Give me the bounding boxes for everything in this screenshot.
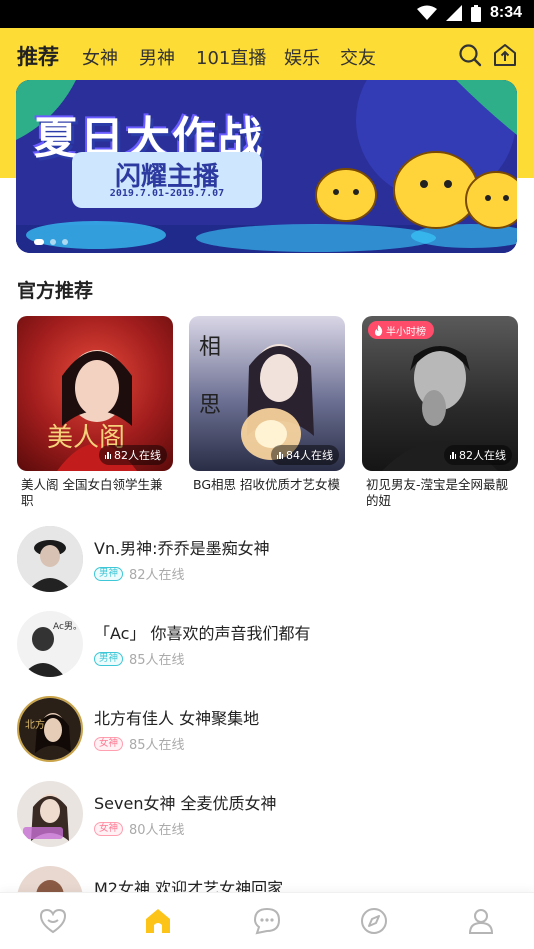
room-meta: 男神 85人在线 xyxy=(94,649,185,668)
room-title: Seven女神 全麦优质女神 xyxy=(94,794,277,813)
room-title: 北方有佳人 女神聚集地 xyxy=(94,709,260,728)
banner-dot xyxy=(34,239,44,245)
card-cover: 美人阁 82人在线 xyxy=(17,316,173,471)
tab-101-live[interactable]: 101直播 xyxy=(196,44,266,70)
promo-banner[interactable]: 夏日大作战 闪耀主播 2019.7.01-2019.7.07 xyxy=(16,80,517,253)
official-card[interactable]: 美人阁 82人在线 美人阁 全国女白领学生兼职 xyxy=(17,316,173,509)
online-count: 80人在线 xyxy=(129,823,185,838)
chat-icon[interactable] xyxy=(252,906,282,936)
svg-text:北方: 北方 xyxy=(25,718,45,731)
online-count: 82人在线 xyxy=(129,568,185,583)
wifi-icon xyxy=(416,5,437,20)
card-title: BG相思 招收优质才艺女模 xyxy=(193,477,341,492)
tab-god[interactable]: 男神 xyxy=(139,44,175,70)
svg-text:相: 相 xyxy=(199,335,221,360)
tab-entertainment[interactable]: 娱乐 xyxy=(284,44,320,70)
card-cover: 半小时榜 82人在线 xyxy=(362,316,518,471)
banner-date: 2019.7.01-2019.7.07 xyxy=(109,188,225,199)
top-nav: 推荐 女神 男神 101直播 娱乐 交友 xyxy=(0,28,534,84)
avatar-art: Ac男。 xyxy=(17,611,83,677)
banner-dot xyxy=(62,239,68,245)
hot-rank-badge: 半小时榜 xyxy=(368,321,434,339)
room-title: 「Ac」 你喜欢的声音我们都有 xyxy=(94,624,311,643)
status-icons: 8:34 xyxy=(416,4,522,22)
bottom-nav xyxy=(0,892,534,949)
room-list-item[interactable]: Vn.男神:乔乔是墨痴女神 男神 82人在线 xyxy=(0,526,534,606)
tab-friends[interactable]: 交友 xyxy=(340,44,376,70)
search-icon[interactable] xyxy=(457,42,483,68)
official-card[interactable]: 相 思 84人在线 BG相思 招收优质才艺女模 xyxy=(189,316,345,493)
avatar: Ac男。 xyxy=(17,611,83,677)
card-online-count: 82人在线 xyxy=(443,445,512,465)
svg-text:Ac男。: Ac男。 xyxy=(53,621,82,632)
status-bar: 8:34 xyxy=(0,0,534,28)
section-title-official: 官方推荐 xyxy=(17,280,94,302)
signal-icon xyxy=(445,5,462,21)
svg-text:思: 思 xyxy=(199,393,221,418)
avatar-art xyxy=(17,526,83,592)
tab-recommend[interactable]: 推荐 xyxy=(17,41,59,71)
status-time: 8:34 xyxy=(489,4,522,21)
room-meta: 女神 80人在线 xyxy=(94,819,185,838)
card-online-count: 82人在线 xyxy=(98,445,167,465)
room-list-item[interactable]: 北方 北方有佳人 女神聚集地 女神 85人在线 xyxy=(0,696,534,776)
avatar-art: 北方 xyxy=(19,698,81,760)
heart-icon[interactable] xyxy=(38,906,68,936)
online-count: 85人在线 xyxy=(129,738,185,753)
category-tag: 女神 xyxy=(94,736,124,751)
card-online-count: 84人在线 xyxy=(270,445,339,465)
official-card[interactable]: 半小时榜 82人在线 初见男友-滢宝是全网最靓的妞 xyxy=(362,316,518,509)
room-title: Vn.男神:乔乔是墨痴女神 xyxy=(94,539,270,558)
home-upload-icon[interactable] xyxy=(492,42,518,68)
category-tag: 男神 xyxy=(94,651,124,666)
avatar xyxy=(17,781,83,847)
avatar-art xyxy=(17,781,83,847)
avatar: 北方 xyxy=(17,696,83,762)
room-list-item[interactable]: Ac男。 「Ac」 你喜欢的声音我们都有 男神 85人在线 xyxy=(0,611,534,691)
compass-icon[interactable] xyxy=(359,906,389,936)
card-title: 初见男友-滢宝是全网最靓的妞 xyxy=(366,477,509,508)
banner-subtitle-plate: 闪耀主播 2019.7.01-2019.7.07 xyxy=(72,152,262,208)
battery-icon xyxy=(470,4,481,22)
room-meta: 女神 85人在线 xyxy=(94,734,185,753)
card-cover: 相 思 84人在线 xyxy=(189,316,345,471)
avatar xyxy=(17,526,83,592)
card-title: 美人阁 全国女白领学生兼职 xyxy=(21,477,163,508)
category-tag: 女神 xyxy=(94,821,124,836)
profile-icon[interactable] xyxy=(466,906,496,936)
home-icon[interactable] xyxy=(143,906,173,936)
tab-goddess[interactable]: 女神 xyxy=(82,44,118,70)
flame-icon xyxy=(375,324,383,336)
online-count: 85人在线 xyxy=(129,653,185,668)
room-list-item[interactable]: Seven女神 全麦优质女神 女神 80人在线 xyxy=(0,781,534,861)
banner-pagination xyxy=(34,239,68,245)
category-tag: 男神 xyxy=(94,566,124,581)
banner-dot xyxy=(50,239,56,245)
room-meta: 男神 82人在线 xyxy=(94,564,185,583)
